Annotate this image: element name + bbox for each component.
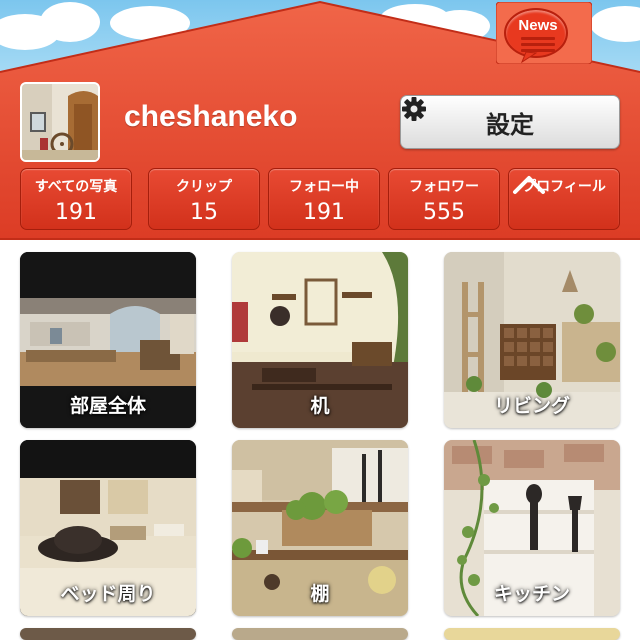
settings-label: 設定 <box>486 110 534 139</box>
album-caption: 机 <box>310 395 330 417</box>
avatar-image <box>22 84 98 160</box>
stat-value: 555 <box>423 200 465 225</box>
username: cheshaneko <box>124 100 298 133</box>
stat-label: フォロー中 <box>289 179 359 195</box>
news-button[interactable]: News <box>496 2 592 64</box>
stat-profile[interactable]: プロフィール <box>508 168 620 230</box>
stat-value: 15 <box>190 200 218 225</box>
stat-label: フォロワー <box>409 179 479 195</box>
album-tile[interactable] <box>20 628 196 640</box>
stat-following[interactable]: フォロー中 191 <box>268 168 380 230</box>
chevron-up-icon <box>513 176 545 194</box>
stat-all-photos[interactable]: すべての写真 191 <box>20 168 132 230</box>
stat-label: すべての写真 <box>34 179 118 195</box>
album-tile[interactable] <box>232 628 408 640</box>
stat-value: 191 <box>303 200 345 225</box>
stat-followers[interactable]: フォロワー 555 <box>388 168 500 230</box>
album-caption: リビング <box>493 395 570 417</box>
profile-header: News cheshaneko 設定 すべての写真 191 クリップ 15 フォ… <box>0 0 640 240</box>
album-tile[interactable]: 机 <box>232 252 408 428</box>
album-caption: 棚 <box>310 583 330 605</box>
settings-button[interactable]: 設定 <box>400 95 620 149</box>
album-tile[interactable]: キッチン <box>444 440 620 616</box>
album-tile[interactable]: ベッド周り <box>20 440 196 616</box>
gear-icon <box>402 97 426 121</box>
album-tile[interactable] <box>444 628 620 640</box>
avatar[interactable] <box>20 82 100 162</box>
album-caption: ベッド周り <box>60 583 156 605</box>
album-caption: キッチン <box>493 583 570 605</box>
album-tile[interactable]: 部屋全体 <box>20 252 196 428</box>
stat-label: クリップ <box>176 179 232 195</box>
stat-value: 191 <box>55 200 97 225</box>
stat-clips[interactable]: クリップ 15 <box>148 168 260 230</box>
news-bubble-tail <box>520 51 538 64</box>
album-tile[interactable]: 棚 <box>232 440 408 616</box>
album-caption: 部屋全体 <box>69 395 146 417</box>
album-tile[interactable]: リビング <box>444 252 620 428</box>
